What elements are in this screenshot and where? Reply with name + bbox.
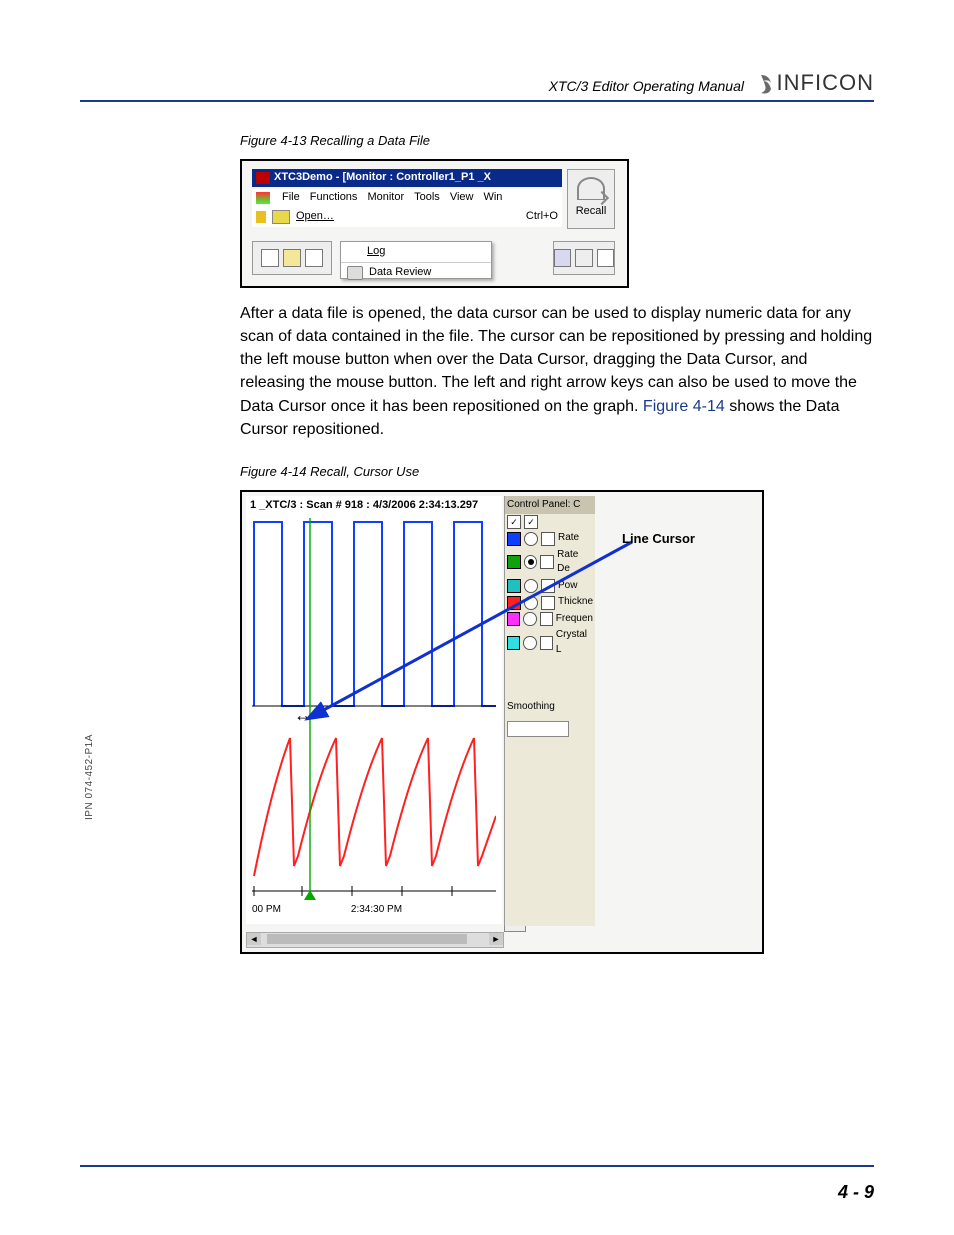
series-check[interactable] xyxy=(540,555,554,569)
series-swatch[interactable] xyxy=(507,596,521,610)
menu-functions[interactable]: Functions xyxy=(310,190,358,206)
figure-4-13-caption: Figure 4-13 Recalling a Data File xyxy=(240,132,874,151)
menu-open-item[interactable]: Open… Ctrl+O xyxy=(252,207,562,227)
figure-4-13: XTC3Demo - [Monitor : Controller1_P1 _X … xyxy=(240,159,629,288)
recall-icon xyxy=(577,177,605,200)
menu-view[interactable]: View xyxy=(450,190,474,206)
figure-4-14-link[interactable]: Figure 4-14 xyxy=(643,398,725,415)
series-radio[interactable] xyxy=(523,636,536,650)
toolbar-button[interactable] xyxy=(597,249,614,267)
chart-area: 1 _XTC/3 : Scan # 918 : 4/3/2006 2:34:13… xyxy=(246,496,502,924)
side-ipn-text: IPN 074-452-P1A xyxy=(84,734,95,820)
series-check[interactable] xyxy=(540,636,553,650)
series-swatch[interactable] xyxy=(507,612,520,626)
series-check[interactable] xyxy=(541,596,555,610)
open-shortcut: Ctrl+O xyxy=(526,209,558,225)
data-cursor-marker[interactable] xyxy=(304,890,316,900)
series-label: Pow xyxy=(558,579,577,594)
inficon-icon xyxy=(757,73,775,95)
panel-row-0: Rate xyxy=(505,530,595,547)
series-swatch[interactable] xyxy=(507,555,521,569)
folder-open-icon xyxy=(272,210,290,224)
series-check[interactable] xyxy=(541,579,555,593)
panel-row-5: Crystal L xyxy=(505,627,595,658)
scroll-right-arrow[interactable]: ► xyxy=(489,933,503,945)
data-review-icon xyxy=(347,266,363,280)
menu-monitor[interactable]: Monitor xyxy=(367,190,404,206)
toolbar-group-left xyxy=(252,241,332,275)
data-cursor-handle[interactable]: ↔ xyxy=(294,702,312,728)
scroll-left-arrow[interactable]: ◄ xyxy=(247,933,261,945)
x-axis-labels: 00 PM 2:34:30 PM xyxy=(252,903,496,918)
toolbar-button-recall[interactable] xyxy=(575,249,592,267)
page-number: 4 - 9 xyxy=(838,1182,874,1203)
toolbar-button[interactable] xyxy=(261,249,279,267)
series-label: Crystal L xyxy=(556,628,593,657)
series-radio[interactable] xyxy=(523,612,536,626)
chart-top-trace[interactable] xyxy=(252,518,496,708)
body-paragraph: After a data file is opened, the data cu… xyxy=(240,302,874,441)
chart-title: 1 _XTC/3 : Scan # 918 : 4/3/2006 2:34:13… xyxy=(246,496,502,516)
series-radio[interactable] xyxy=(524,555,538,569)
figure-4-14-caption: Figure 4-14 Recall, Cursor Use xyxy=(240,463,874,482)
menu-file[interactable]: File xyxy=(282,190,300,206)
series-check[interactable] xyxy=(541,532,555,546)
panel-row-3: Thickne xyxy=(505,594,595,611)
header-title: XTC/3 Editor Operating Manual xyxy=(549,78,744,94)
app-titlebar: XTC3Demo - [Monitor : Controller1_P1 _X xyxy=(252,169,562,187)
series-label: Thickne xyxy=(558,595,593,610)
control-panel-title: Control Panel: C xyxy=(505,496,595,515)
toolbar-button[interactable] xyxy=(305,249,323,267)
series-label: Rate xyxy=(558,531,579,546)
footer-rule xyxy=(80,1165,874,1167)
scroll-thumb[interactable] xyxy=(267,934,467,944)
recall-button[interactable]: Recall xyxy=(567,169,615,229)
menubar: File Functions Monitor Tools View Win xyxy=(252,189,562,207)
header-check-2[interactable]: ✓ xyxy=(524,515,538,529)
horizontal-scrollbar[interactable]: ◄ ► xyxy=(246,932,504,948)
menu-data-review[interactable]: Data Review xyxy=(341,262,491,283)
brand-logo: INFICON xyxy=(757,70,874,96)
figure-4-14: 1 _XTC/3 : Scan # 918 : 4/3/2006 2:34:13… xyxy=(240,490,764,954)
menu-tools[interactable]: Tools xyxy=(414,190,440,206)
line-cursor-callout: Line Cursor xyxy=(622,530,695,549)
toolbar-group-right xyxy=(553,241,615,275)
series-check[interactable] xyxy=(540,612,553,626)
app-icon xyxy=(256,172,270,184)
menu-win[interactable]: Win xyxy=(483,190,502,206)
panel-row-1: Rate De xyxy=(505,547,595,578)
smoothing-input[interactable] xyxy=(507,721,569,737)
control-panel: Control Panel: C ✓ ✓ Rate Rate De PowThick… xyxy=(504,496,595,926)
toolbar-button-open[interactable] xyxy=(283,249,301,267)
series-label: Rate De xyxy=(557,548,593,577)
toolbar-button-save[interactable] xyxy=(554,249,571,267)
panel-row-2: Pow xyxy=(505,578,595,595)
panel-row-4: Frequen xyxy=(505,611,595,628)
series-label: Frequen xyxy=(556,612,593,627)
lock-icon xyxy=(256,211,266,223)
series-radio[interactable] xyxy=(524,579,538,593)
menu-log[interactable]: Log xyxy=(341,242,491,262)
menubar-icon xyxy=(256,192,270,204)
chart-bottom-trace[interactable] xyxy=(252,726,496,896)
series-swatch[interactable] xyxy=(507,579,521,593)
panel-header-checks: ✓ ✓ xyxy=(505,514,595,530)
series-radio[interactable] xyxy=(524,596,538,610)
series-radio[interactable] xyxy=(524,532,538,546)
smoothing-label: Smoothing xyxy=(505,698,595,717)
header-check-1[interactable]: ✓ xyxy=(507,515,521,529)
dropdown-menu: Log Data Review xyxy=(340,241,492,279)
series-swatch[interactable] xyxy=(507,532,521,546)
series-swatch[interactable] xyxy=(507,636,520,650)
header-rule xyxy=(80,100,874,102)
